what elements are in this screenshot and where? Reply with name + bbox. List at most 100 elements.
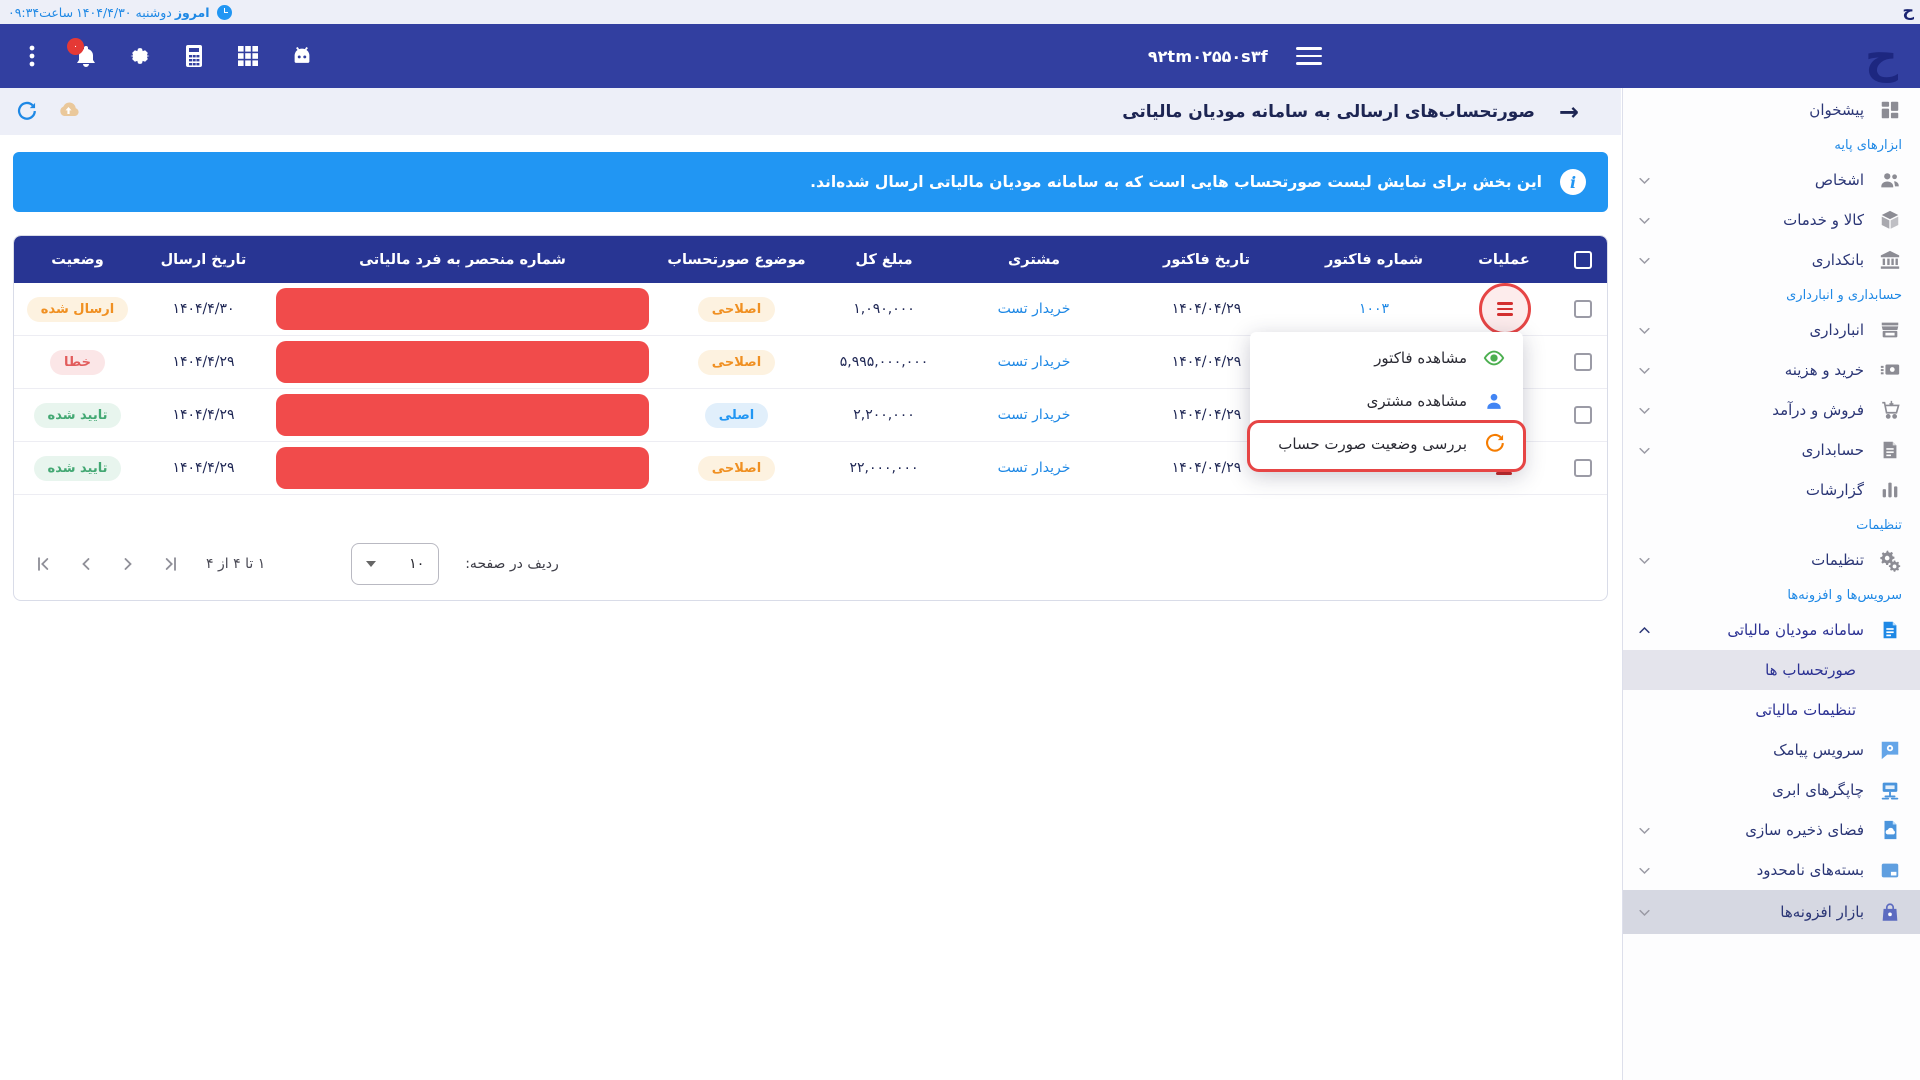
select-all-checkbox[interactable]	[1574, 251, 1592, 269]
chevron-down-icon	[1637, 213, 1652, 228]
subject-badge: اصلاحی	[698, 350, 775, 375]
row-checkbox[interactable]	[1574, 300, 1592, 318]
sidebar-item[interactable]: بسته‌های نامحدود	[1623, 850, 1920, 890]
sidebar-item[interactable]: انبارداری	[1623, 310, 1920, 350]
invoice-number-link[interactable]: ۱۰۰۳	[1359, 301, 1389, 317]
calculator-icon[interactable]	[182, 44, 206, 68]
info-banner: i این بخش برای نمایش لیست صورتحساب هایی …	[13, 152, 1608, 212]
sidebar-item[interactable]: اشخاص	[1623, 160, 1920, 200]
info-icon: i	[1560, 169, 1586, 195]
sidebar-item[interactable]: تنظیمات	[1623, 540, 1920, 580]
sidebar-item[interactable]: کالا و خدمات	[1623, 200, 1920, 240]
customer-cell: خریدار تست	[954, 354, 1114, 370]
tax-doc-icon	[1878, 618, 1902, 642]
sidebar-section-label: سرویس‌ها و افزونه‌ها	[1623, 580, 1920, 610]
cloud-upload-icon[interactable]	[56, 100, 81, 124]
rows-per-page-label: ردیف در صفحه:	[465, 556, 559, 572]
row-checkbox[interactable]	[1574, 353, 1592, 371]
context-menu-item-label: مشاهده فاکتور	[1374, 349, 1467, 367]
row-checkbox-cell	[1559, 300, 1607, 318]
sidebar-item-label: بازار افزونه‌ها	[1780, 903, 1864, 921]
send-date-cell: ۱۴۰۴/۴/۲۹	[141, 407, 266, 423]
app-root: امروز دوشنبه ۱۴۰۴/۴/۳۰ ساعت۰۹:۳۴ ح ۰	[0, 0, 1920, 1080]
row-actions-button-highlighted[interactable]	[1479, 283, 1531, 335]
sidebar-item[interactable]: فروش و درآمد	[1623, 390, 1920, 430]
sidebar-item[interactable]: بازار افزونه‌ها	[1623, 890, 1920, 934]
refresh-icon[interactable]	[16, 101, 37, 126]
status-badge: تایید شده	[34, 403, 122, 428]
chevron-down-icon	[1637, 253, 1652, 268]
row-checkbox[interactable]	[1574, 406, 1592, 424]
customer-link[interactable]: خریدار تست	[998, 301, 1071, 317]
chevron-down-icon	[1637, 553, 1652, 568]
company-code[interactable]: ۹۲tm۰۲۵۵۰s۳f	[1148, 24, 1268, 88]
customer-link[interactable]: خریدار تست	[998, 354, 1071, 370]
sidebar-item[interactable]: سرویس پیامک	[1623, 730, 1920, 770]
status-badge: ارسال شده	[27, 297, 128, 322]
next-page-icon[interactable]	[118, 554, 138, 574]
person-icon	[1483, 390, 1505, 412]
sidebar-item[interactable]: گزارشات	[1623, 470, 1920, 510]
sidebar-item-label: چاپگرهای ابری	[1772, 781, 1864, 799]
row-checkbox-cell	[1559, 406, 1607, 424]
sidebar-item[interactable]: بانکداری	[1623, 240, 1920, 280]
sidebar-item-label: گزارشات	[1806, 481, 1864, 499]
rows-per-page-value: ۱۰	[409, 556, 424, 572]
cloud-printer-icon	[1878, 778, 1902, 802]
context-menu-item[interactable]: مشاهده فاکتور	[1250, 336, 1523, 379]
context-menu-item[interactable]: مشاهده مشتری	[1250, 379, 1523, 422]
total-amount-cell: ۲,۲۰۰,۰۰۰	[814, 407, 954, 423]
customer-link[interactable]: خریدار تست	[998, 407, 1071, 423]
customer-cell: خریدار تست	[954, 460, 1114, 476]
sidebar-item[interactable]: حسابداری	[1623, 430, 1920, 470]
subject-cell: اصلاحی	[659, 297, 814, 322]
settings-gear-icon[interactable]	[128, 44, 152, 68]
subject-badge: اصلاحی	[698, 297, 775, 322]
sidebar-item-label: بانکداری	[1812, 251, 1864, 269]
apps-grid-icon[interactable]	[236, 44, 260, 68]
col-invoice-no: شماره فاکتور	[1299, 252, 1449, 268]
sidebar-item-label: انبارداری	[1809, 321, 1864, 339]
assistant-robot-icon[interactable]	[290, 44, 314, 68]
last-page-icon[interactable]	[160, 554, 180, 574]
today-label: امروز	[175, 5, 210, 20]
sidebar-item[interactable]: پیشخوان	[1623, 90, 1920, 130]
chart-icon	[1878, 478, 1902, 502]
back-arrow-icon[interactable]: →	[1559, 100, 1579, 124]
row-checkbox-cell	[1559, 459, 1607, 477]
row-checkbox[interactable]	[1574, 459, 1592, 477]
sidebar-subitem[interactable]: تنظیمات مالیاتی	[1623, 690, 1920, 730]
refresh-icon	[1483, 433, 1505, 455]
chevron-down-icon	[1637, 403, 1652, 418]
prev-page-icon[interactable]	[76, 554, 96, 574]
context-menu-item[interactable]: بررسی وضعیت صورت حساب	[1250, 422, 1523, 465]
status-badge: خطا	[50, 350, 105, 375]
storage-icon	[1878, 818, 1902, 842]
customer-link[interactable]: خریدار تست	[998, 460, 1071, 476]
total-amount-cell: ۵,۹۹۵,۰۰۰,۰۰۰	[814, 354, 954, 370]
rows-per-page-select[interactable]: ۱۰	[351, 543, 439, 585]
hamburger-menu-icon[interactable]	[1296, 45, 1322, 67]
sidebar-item-label: سرویس پیامک	[1773, 741, 1864, 759]
table-row: ۱۰۰۳۱۴۰۴/۰۴/۲۹خریدار تست۱,۰۹۰,۰۰۰اصلاحی۱…	[14, 283, 1607, 336]
sidebar-item[interactable]: سامانه مودیان مالیاتی	[1623, 610, 1920, 650]
notifications-bell-icon[interactable]: ۰	[74, 44, 98, 68]
status-cell: تایید شده	[14, 456, 141, 481]
sidebar-item-label: کالا و خدمات	[1783, 211, 1864, 229]
addons-bag-icon	[1878, 900, 1902, 924]
sidebar-item[interactable]: فضای ذخیره سازی	[1623, 810, 1920, 850]
status-cell: تایید شده	[14, 403, 141, 428]
first-page-icon[interactable]	[34, 554, 54, 574]
col-send-date: تاریخ ارسال	[141, 252, 266, 268]
sidebar-section-label: حسابداری و انبارداری	[1623, 280, 1920, 310]
status-cell: خطا	[14, 350, 141, 375]
tax-unique-number-cell	[266, 288, 659, 330]
sidebar-section-label: تنظیمات	[1623, 510, 1920, 540]
tax-unique-number-cell	[266, 447, 659, 489]
sidebar-subitem[interactable]: صورتحساب ها	[1623, 650, 1920, 690]
storefront-icon	[1878, 318, 1902, 342]
sidebar-item[interactable]: خرید و هزینه	[1623, 350, 1920, 390]
ledger-icon	[1878, 438, 1902, 462]
kebab-menu-icon[interactable]	[20, 44, 44, 68]
sidebar-item[interactable]: چاپگرهای ابری	[1623, 770, 1920, 810]
